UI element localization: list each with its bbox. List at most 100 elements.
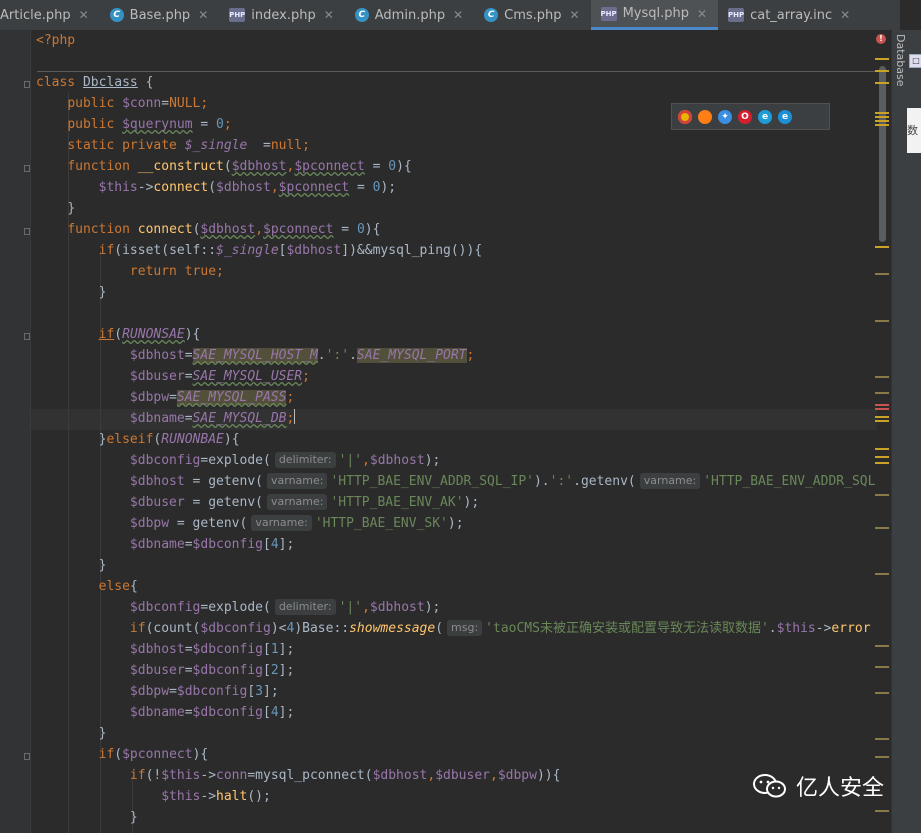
c-class-icon: C — [484, 8, 499, 22]
right-margin-guide — [37, 71, 885, 72]
warning-marker[interactable] — [875, 666, 889, 668]
code-line: } — [67, 201, 76, 216]
code-line: $dbuser=SAE_MYSQL_USER; — [129, 369, 310, 384]
chrome-icon[interactable] — [678, 109, 692, 124]
code-line: } — [98, 726, 107, 741]
code-line: $dbuser=$dbconfig[2]; — [129, 663, 295, 678]
fold-marker[interactable] — [24, 333, 30, 340]
fold-marker[interactable] — [24, 228, 30, 235]
warning-marker[interactable] — [875, 376, 889, 378]
param-hint: msg: — [447, 620, 483, 636]
warning-marker[interactable] — [875, 692, 889, 694]
tab-label: Article.php — [0, 7, 71, 23]
param-hint: delimiter: — [274, 599, 336, 615]
warning-marker[interactable] — [875, 462, 889, 464]
php-file-icon: PHP — [229, 8, 245, 22]
safari-icon[interactable]: ✦ — [718, 109, 732, 124]
warning-marker[interactable] — [875, 448, 889, 450]
warning-marker[interactable] — [875, 320, 889, 322]
close-icon[interactable]: ✕ — [79, 8, 89, 22]
warning-marker[interactable] — [875, 573, 889, 575]
param-hint: varname: — [267, 473, 328, 489]
warning-marker[interactable] — [875, 392, 889, 394]
fold-marker[interactable] — [24, 81, 30, 88]
c-class-icon: C — [354, 8, 369, 22]
warning-marker[interactable] — [875, 124, 889, 126]
warning-marker[interactable] — [875, 116, 889, 118]
code-line: function connect($dbhost,$pconnect = 0){ — [67, 222, 381, 237]
code-line: public $querynum = 0; — [67, 117, 232, 132]
warning-marker[interactable] — [875, 738, 889, 740]
c-class-icon: C — [109, 8, 124, 22]
warning-marker[interactable] — [875, 82, 889, 84]
tab-admin[interactable]: C Admin.php ✕ — [345, 0, 474, 30]
warning-marker[interactable] — [875, 756, 889, 758]
close-icon[interactable]: ✕ — [570, 8, 580, 22]
tab-mysql[interactable]: PHP Mysql.php ✕ — [590, 0, 719, 30]
close-icon[interactable]: ✕ — [198, 8, 208, 22]
close-icon[interactable]: ✕ — [840, 8, 850, 22]
tab-label: Admin.php — [374, 7, 446, 23]
code-line: }elseif(RUNONBAE){ — [98, 432, 240, 447]
tab-cms[interactable]: C Cms.php ✕ — [474, 0, 590, 30]
warning-marker[interactable] — [875, 645, 889, 647]
error-marker[interactable] — [875, 404, 889, 406]
code-line: <?php — [36, 33, 76, 48]
watermark: 亿人安全 — [752, 770, 884, 802]
code-line: $dbname=SAE_MYSQL_DB; — [129, 409, 296, 426]
firefox-icon[interactable] — [698, 109, 712, 124]
code-line: if(isset(self::$_single[$dbhost])&&mysql… — [98, 243, 483, 258]
code-line: else{ — [98, 579, 138, 594]
php-file-icon: PHP — [728, 8, 744, 22]
warning-marker[interactable] — [875, 420, 889, 422]
code-line: return true; — [129, 264, 224, 279]
external-window-text: 数 — [907, 108, 921, 153]
code-line: $dbname=$dbconfig[4]; — [129, 537, 295, 552]
code-line: $dbconfig=explode(delimiter: '|',$dbhost)… — [129, 599, 441, 615]
warning-marker[interactable] — [875, 246, 889, 248]
wechat-icon — [753, 774, 786, 798]
edge-icon[interactable]: e — [778, 109, 792, 124]
scrollbar-thumb[interactable] — [879, 66, 886, 242]
code-editor[interactable]: <?php class Dbclass { public $conn=NULL;… — [0, 30, 891, 833]
tab-label: index.php — [251, 7, 316, 23]
code-line: $dbconfig=explode(delimiter: '|',$dbhost)… — [129, 452, 441, 468]
close-icon[interactable]: ✕ — [324, 8, 334, 22]
warning-marker[interactable] — [875, 120, 889, 122]
fold-marker[interactable] — [24, 753, 30, 760]
warning-marker[interactable] — [875, 70, 889, 72]
php-file-icon: PHP — [601, 6, 617, 21]
warning-marker[interactable] — [875, 494, 889, 496]
close-icon[interactable]: ✕ — [453, 8, 463, 22]
error-marker[interactable] — [875, 408, 889, 410]
opera-icon[interactable]: O — [738, 109, 752, 124]
code-line: $this->connect($dbhost,$pconnect = 0); — [98, 180, 397, 195]
code-line: } — [98, 558, 107, 573]
database-tool-button[interactable]: Database — [893, 34, 907, 87]
watermark-text: 亿人安全 — [796, 776, 885, 801]
param-hint: delimiter: — [274, 452, 336, 468]
code-line: if(count($dbconfig)<4)Base::showmessage(… — [129, 620, 871, 636]
warning-marker[interactable] — [875, 273, 889, 275]
tab-article[interactable]: Article.php ✕ — [0, 0, 100, 30]
warning-marker[interactable] — [875, 416, 889, 418]
editor-tab-bar: Article.php ✕ C Base.php ✕ PHP index.php… — [0, 0, 900, 31]
tab-cat-array[interactable]: PHP cat_array.inc ✕ — [718, 0, 861, 30]
close-icon[interactable]: ✕ — [697, 7, 707, 21]
tab-base[interactable]: C Base.php ✕ — [100, 0, 220, 30]
warning-marker[interactable] — [875, 112, 889, 114]
code-line: } — [98, 285, 107, 300]
error-indicator-icon[interactable]: ! — [876, 34, 886, 44]
ie-icon[interactable]: e — [758, 109, 772, 124]
tab-index[interactable]: PHP index.php ✕ — [219, 0, 345, 30]
warning-marker[interactable] — [875, 58, 889, 60]
warning-marker[interactable] — [875, 810, 889, 812]
code-line: $dbuser = getenv(varname: 'HTTP_BAE_ENV_A… — [129, 494, 480, 510]
code-line: function __construct($dbhost,$pconnect =… — [67, 159, 412, 174]
fold-marker[interactable] — [24, 165, 30, 172]
code-line: static private $_single =null; — [67, 138, 310, 153]
warning-marker[interactable] — [875, 527, 889, 529]
warning-marker[interactable] — [875, 456, 889, 458]
code-line: $dbpw=$dbconfig[3]; — [129, 684, 279, 699]
param-hint: varname: — [267, 494, 328, 510]
